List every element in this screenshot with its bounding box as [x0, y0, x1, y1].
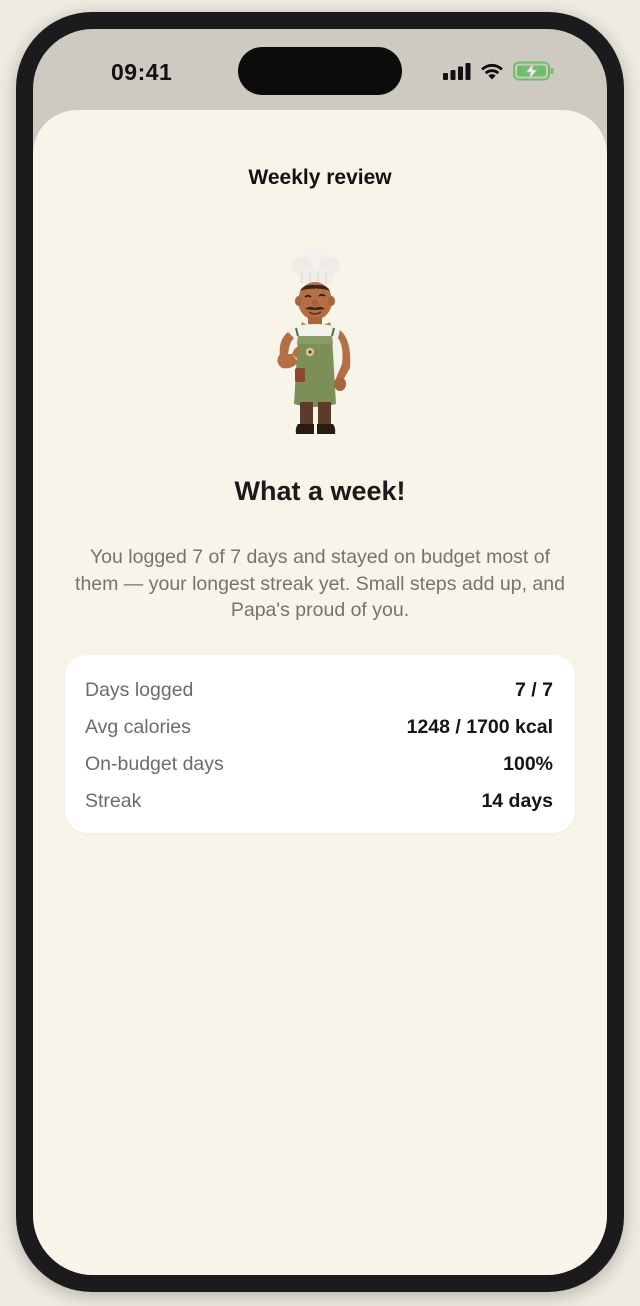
- status-bar: 09:41: [33, 29, 607, 111]
- wifi-icon: [479, 62, 505, 86]
- page-title: Weekly review: [248, 166, 392, 189]
- stat-value: 14 days: [481, 789, 553, 812]
- stat-label: Avg calories: [85, 715, 191, 738]
- stat-label: On-budget days: [85, 752, 224, 775]
- stat-value: 7 / 7: [515, 678, 553, 701]
- phone-frame: 09:41 Weekly review What a week! You log…: [16, 12, 624, 1292]
- stat-row-on-budget-days: On-budget days 100%: [85, 749, 553, 779]
- weekly-review-sheet: Weekly review What a week! You logged 7 …: [33, 110, 607, 1275]
- headline: What a week!: [234, 476, 406, 506]
- stat-row-avg-calories: Avg calories 1248 / 1700 kcal: [85, 712, 553, 742]
- stat-row-streak: Streak 14 days: [85, 786, 553, 816]
- stat-value: 1248 / 1700 kcal: [406, 715, 553, 738]
- cellular-signal-icon: [443, 62, 471, 85]
- status-icons: [443, 61, 555, 86]
- dynamic-island: [238, 47, 402, 95]
- review-message: You logged 7 of 7 days and stayed on bud…: [75, 546, 565, 621]
- stat-label: Days logged: [85, 678, 194, 701]
- stat-row-days-logged: Days logged 7 / 7: [85, 675, 553, 705]
- stat-value: 100%: [503, 752, 553, 775]
- chef-mascot-icon: [252, 244, 392, 444]
- status-time: 09:41: [111, 59, 173, 85]
- screen: 09:41 Weekly review What a week! You log…: [33, 29, 607, 1275]
- battery-charging-icon: [513, 61, 555, 86]
- stat-label: Streak: [85, 789, 142, 812]
- stats-card: Days logged 7 / 7 Avg calories 1248 / 17…: [65, 655, 575, 833]
